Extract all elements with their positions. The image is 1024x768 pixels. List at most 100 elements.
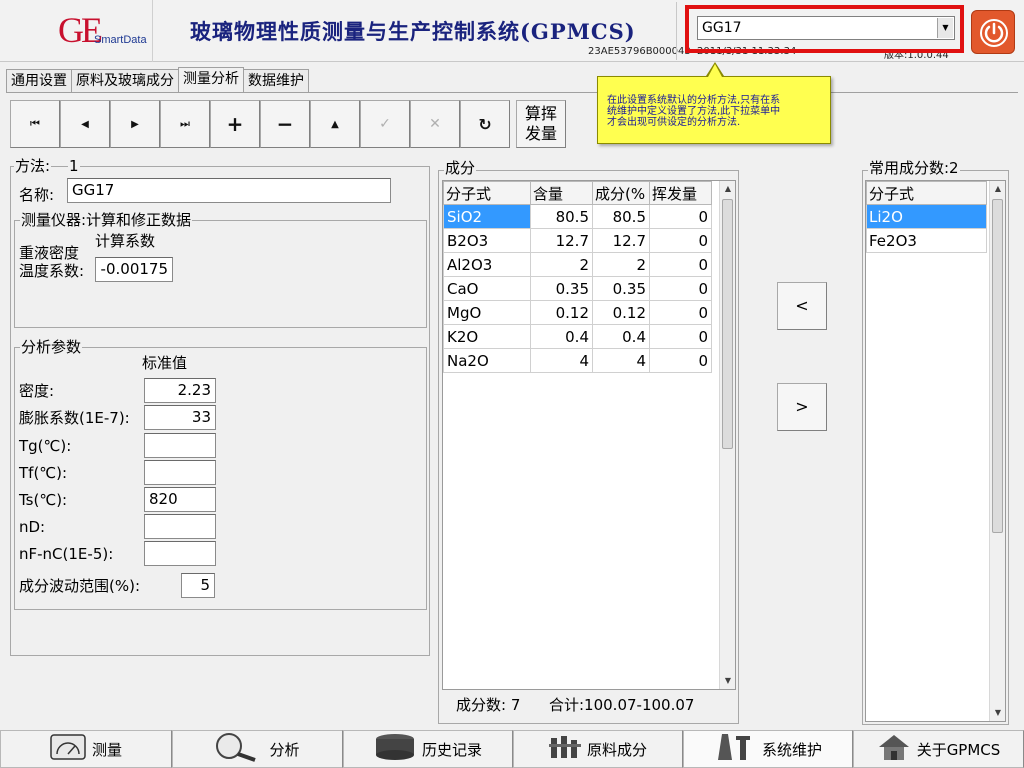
table-row[interactable]: Na2O 4 4 0 bbox=[443, 348, 712, 373]
cancel-edit-button[interactable]: ✕ bbox=[410, 100, 460, 148]
common-item[interactable]: Fe2O3 bbox=[866, 228, 987, 253]
cell-formula[interactable]: CaO bbox=[443, 276, 531, 301]
move-left-button[interactable]: < bbox=[777, 282, 827, 330]
composition-footer: 成分数: 7 合计:100.07-100.07 bbox=[442, 691, 736, 721]
last-record-button[interactable]: ⏭ bbox=[160, 100, 210, 148]
density-label: 重液密度 bbox=[19, 244, 80, 262]
list-item[interactable]: Fe2O3 bbox=[866, 228, 987, 253]
cell-content[interactable]: 80.5 bbox=[530, 204, 593, 229]
nav-measure[interactable]: 测量 bbox=[0, 730, 172, 768]
density-input[interactable]: 2.23 bbox=[144, 378, 216, 403]
nav-history[interactable]: 历史记录 bbox=[343, 730, 513, 768]
cell-percent[interactable]: 80.5 bbox=[592, 204, 650, 229]
composition-scrollbar[interactable]: ▲ ▼ bbox=[719, 181, 735, 689]
cell-volatile[interactable]: 0 bbox=[649, 204, 712, 229]
main-tabs: 通用设置 原料及玻璃成分 测量分析 数据维护 bbox=[6, 67, 309, 93]
common-list[interactable]: 分子式 Li2O Fe2O3 ▲ ▼ bbox=[865, 180, 1006, 722]
refresh-button[interactable]: ↻ bbox=[460, 100, 510, 148]
nav-materials[interactable]: 原料成分 bbox=[513, 730, 683, 768]
scroll-up-icon[interactable]: ▲ bbox=[990, 181, 1005, 197]
scroll-up-icon[interactable]: ▲ bbox=[720, 181, 735, 197]
table-row[interactable]: SiO2 80.5 80.5 0 bbox=[443, 204, 712, 229]
cell-content[interactable]: 0.12 bbox=[530, 300, 593, 325]
add-record-button[interactable]: + bbox=[210, 100, 260, 148]
cell-content[interactable]: 12.7 bbox=[530, 228, 593, 253]
cell-formula[interactable]: SiO2 bbox=[443, 204, 531, 229]
table-row[interactable]: B2O3 12.7 12.7 0 bbox=[443, 228, 712, 253]
nav-analysis[interactable]: 分析 bbox=[172, 730, 343, 768]
cell-volatile[interactable]: 0 bbox=[649, 324, 712, 349]
common-table: 分子式 Li2O Fe2O3 bbox=[866, 181, 987, 253]
scroll-thumb[interactable] bbox=[992, 199, 1003, 533]
calc-volatile-button[interactable]: 算挥 发量 bbox=[516, 100, 566, 148]
ts-input[interactable]: 820 bbox=[144, 487, 216, 512]
edit-record-button[interactable]: ▲ bbox=[310, 100, 360, 148]
table-row[interactable]: MgO 0.12 0.12 0 bbox=[443, 300, 712, 325]
method-tooltip: 在此设置系统默认的分析方法,只有在系 统维护中定义设置了方法,此下拉菜单中 才会… bbox=[597, 76, 831, 144]
tab-data-maintenance[interactable]: 数据维护 bbox=[243, 69, 309, 93]
nav-about[interactable]: 关于GPMCS bbox=[853, 730, 1024, 768]
cell-percent[interactable]: 12.7 bbox=[592, 228, 650, 253]
tf-input[interactable] bbox=[144, 460, 216, 485]
cell-volatile[interactable]: 0 bbox=[649, 348, 712, 373]
scroll-thumb[interactable] bbox=[722, 199, 733, 449]
cell-content[interactable]: 2 bbox=[530, 252, 593, 277]
nav-system-maintenance[interactable]: 系统维护 bbox=[683, 730, 853, 768]
cell-volatile[interactable]: 0 bbox=[649, 252, 712, 277]
cell-percent[interactable]: 0.35 bbox=[592, 276, 650, 301]
cell-percent[interactable]: 2 bbox=[592, 252, 650, 277]
table-row[interactable]: K2O 0.4 0.4 0 bbox=[443, 324, 712, 349]
col-content[interactable]: 含量 bbox=[530, 181, 593, 205]
power-button[interactable] bbox=[971, 10, 1015, 54]
post-record-button[interactable]: ✓ bbox=[360, 100, 410, 148]
common-scrollbar[interactable]: ▲ ▼ bbox=[989, 181, 1005, 721]
list-item[interactable]: Li2O bbox=[866, 204, 987, 229]
first-record-button[interactable]: ⏮ bbox=[10, 100, 60, 148]
scroll-down-icon[interactable]: ▼ bbox=[990, 705, 1005, 721]
col-volatile[interactable]: 挥发量 bbox=[649, 181, 712, 205]
cell-formula[interactable]: B2O3 bbox=[443, 228, 531, 253]
scroll-down-icon[interactable]: ▼ bbox=[720, 673, 735, 689]
cell-content[interactable]: 0.4 bbox=[530, 324, 593, 349]
params-group bbox=[14, 347, 427, 610]
nav-about-label: 关于GPMCS bbox=[916, 740, 1001, 759]
calc-volatile-label-2: 发量 bbox=[524, 124, 557, 143]
temp-coef-input[interactable]: -0.00175 bbox=[95, 257, 173, 282]
tg-input[interactable] bbox=[144, 433, 216, 458]
range-input[interactable]: 5 bbox=[181, 573, 215, 598]
col-formula[interactable]: 分子式 bbox=[443, 181, 531, 205]
cell-percent[interactable]: 0.4 bbox=[592, 324, 650, 349]
tab-general-settings[interactable]: 通用设置 bbox=[6, 69, 72, 93]
component-total: 合计:100.07-100.07 bbox=[549, 696, 695, 714]
common-col-formula[interactable]: 分子式 bbox=[866, 181, 987, 205]
nfnc-input[interactable] bbox=[144, 541, 216, 566]
cell-percent[interactable]: 0.12 bbox=[592, 300, 650, 325]
table-row[interactable]: CaO 0.35 0.35 0 bbox=[443, 276, 712, 301]
method-name-input[interactable]: GG17 bbox=[67, 178, 391, 203]
cell-content[interactable]: 0.35 bbox=[530, 276, 593, 301]
common-item[interactable]: Li2O bbox=[866, 204, 987, 229]
check-icon: ✓ bbox=[379, 116, 391, 132]
method-highlight-frame bbox=[685, 5, 964, 53]
prev-record-button[interactable]: ◀ bbox=[60, 100, 110, 148]
tab-measurement-analysis[interactable]: 测量分析 bbox=[178, 67, 244, 93]
col-percent[interactable]: 成分(% bbox=[592, 181, 650, 205]
cell-formula[interactable]: K2O bbox=[443, 324, 531, 349]
expansion-input[interactable]: 33 bbox=[144, 405, 216, 430]
cell-formula[interactable]: Na2O bbox=[443, 348, 531, 373]
cell-formula[interactable]: MgO bbox=[443, 300, 531, 325]
cell-volatile[interactable]: 0 bbox=[649, 228, 712, 253]
table-row[interactable]: Al2O3 2 2 0 bbox=[443, 252, 712, 277]
cell-content[interactable]: 4 bbox=[530, 348, 593, 373]
cell-percent[interactable]: 4 bbox=[592, 348, 650, 373]
refresh-icon: ↻ bbox=[478, 114, 492, 134]
composition-grid[interactable]: 分子式 含量 成分(% 挥发量 SiO2 80.5 80.5 0 B2O3 12… bbox=[442, 180, 736, 690]
move-right-button[interactable]: > bbox=[777, 383, 827, 431]
tab-materials[interactable]: 原料及玻璃成分 bbox=[71, 69, 179, 93]
cell-formula[interactable]: Al2O3 bbox=[443, 252, 531, 277]
next-record-button[interactable]: ▶ bbox=[110, 100, 160, 148]
nd-input[interactable] bbox=[144, 514, 216, 539]
delete-record-button[interactable]: − bbox=[260, 100, 310, 148]
cell-volatile[interactable]: 0 bbox=[649, 300, 712, 325]
cell-volatile[interactable]: 0 bbox=[649, 276, 712, 301]
